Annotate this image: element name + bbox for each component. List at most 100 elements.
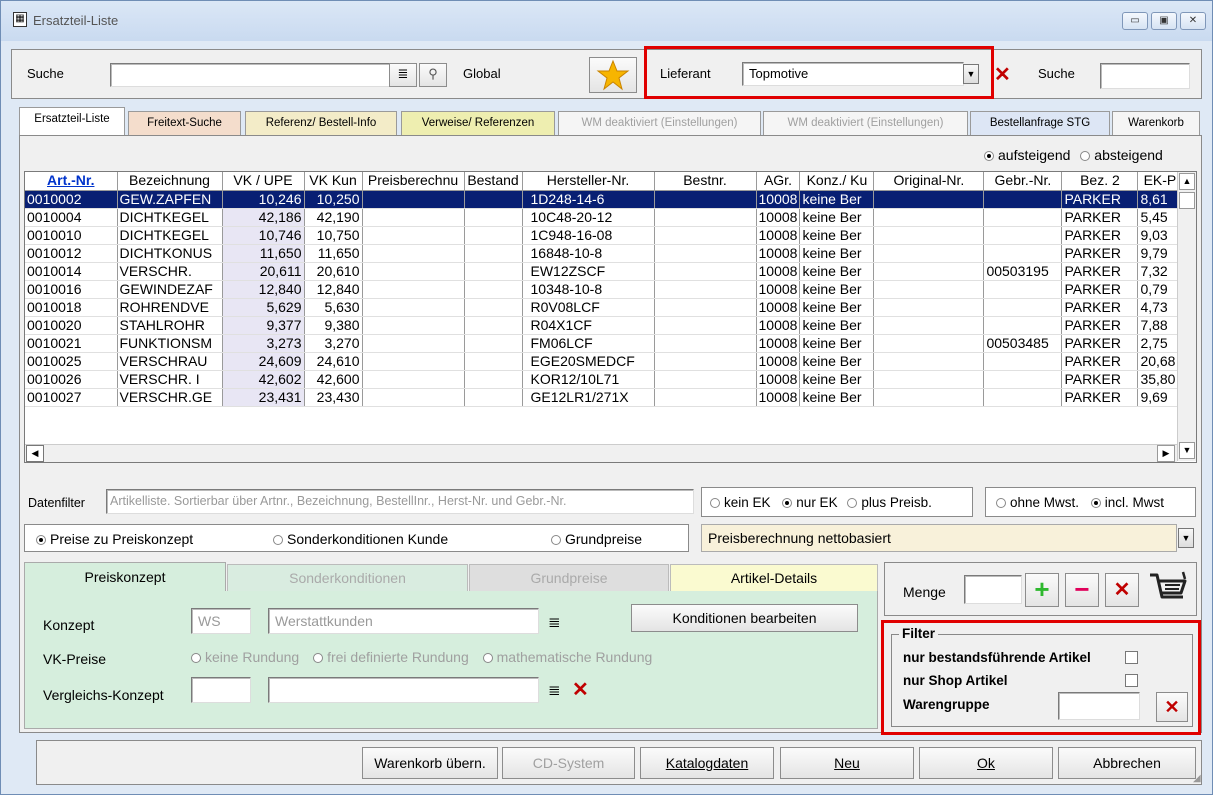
ok-button[interactable]: Ok [919, 747, 1053, 779]
column-header[interactable]: VK / UPE [222, 172, 305, 191]
price-special-radio[interactable] [273, 535, 283, 545]
table-cell: 12,840 [304, 280, 363, 299]
cart-icon[interactable] [1147, 569, 1189, 609]
edit-conditions-button[interactable]: Konditionen bearbeiten [631, 604, 858, 632]
table-row[interactable]: 0010012 DICHTKONUS 11,650 11,650 16848-10-8 1… [25, 244, 1183, 263]
warenkorb-uebernehmen-button[interactable]: Warenkorb übern. [362, 747, 498, 779]
tab-freitext-suche[interactable]: Freitext-Suche [128, 111, 241, 136]
ek-plus-radio[interactable] [847, 498, 858, 508]
konzept-code-input[interactable]: WS [191, 608, 251, 634]
search2-input[interactable] [1100, 63, 1190, 89]
tab-referenz-bestell-info[interactable]: Referenz/ Bestell-Info [245, 111, 397, 136]
rounding-free-radio[interactable] [313, 653, 324, 663]
close-button[interactable]: ✕ [1180, 12, 1206, 30]
rounding-math-radio[interactable] [482, 653, 493, 663]
ek-none-radio[interactable] [710, 498, 720, 508]
katalogdaten-button[interactable]: Katalogdaten [640, 747, 774, 779]
article-table[interactable]: Art.-Nr. Bezeichnung VK / UPE VK Kun Preisbe… [24, 171, 1197, 463]
table-row[interactable]: 0010026 VERSCHR. I 42,602 42,600 KOR12/10L71… [25, 370, 1183, 389]
horizontal-scrollbar[interactable]: ◀ ▶ [25, 444, 1177, 462]
table-cell: 10,246 [222, 190, 305, 209]
column-header[interactable]: Preisberechnu [362, 172, 465, 191]
remove-button[interactable]: − [1065, 573, 1099, 607]
tab-wm-deaktiviert-2[interactable]: WM deaktiviert (Einstellungen) [763, 111, 968, 136]
price-calc-select[interactable]: Preisberechnung nettobasiert [701, 524, 1177, 552]
mwst-incl-radio[interactable] [1090, 498, 1101, 508]
favorite-button[interactable] [589, 57, 637, 93]
filter-bestand-checkbox[interactable] [1125, 651, 1138, 664]
table-cell: PARKER [1061, 262, 1139, 281]
tab-warenkorb[interactable]: Warenkorb [1112, 111, 1200, 136]
tab-wm-deaktiviert-1[interactable]: WM deaktiviert (Einstellungen) [558, 111, 761, 136]
table-row[interactable]: 0010002 GEW.ZAPFEN 10,246 10,250 1D248-14-6 1… [25, 190, 1183, 209]
rounding-none-radio[interactable] [191, 653, 201, 663]
table-row[interactable]: 0010018 ROHRENDVE 5,629 5,630 R0V08LCF 10008 k… [25, 298, 1183, 317]
ek-only-radio[interactable] [782, 498, 793, 508]
scroll-thumb[interactable] [1179, 192, 1195, 209]
mwst-excl-radio[interactable] [996, 498, 1006, 508]
scroll-left-arrow[interactable]: ◀ [26, 445, 44, 462]
list-menu-button[interactable]: ≣ [389, 63, 417, 87]
column-header[interactable]: Art.-Nr. [25, 172, 118, 191]
maximize-button[interactable]: ▣ [1151, 12, 1177, 30]
table-row[interactable]: 0010016 GEWINDEZAF 12,840 12,840 10348-10-8 1… [25, 280, 1183, 299]
warengruppe-input[interactable] [1058, 692, 1140, 720]
vergleich-name-input[interactable] [268, 677, 539, 703]
filter-shop-checkbox[interactable] [1125, 674, 1138, 687]
subtab-sonderkonditionen[interactable]: Sonderkonditionen [227, 564, 468, 593]
subtab-grundpreise[interactable]: Grundpreise [469, 564, 669, 593]
cd-system-button[interactable]: CD-System [502, 747, 635, 779]
column-header[interactable]: VK Kun [304, 172, 363, 191]
column-header[interactable]: AGr. [756, 172, 801, 191]
vergleich-code-input[interactable] [191, 677, 251, 703]
table-row[interactable]: 0010020 STAHLROHR 9,377 9,380 R04X1CF 10008 ke… [25, 316, 1183, 335]
minimize-button[interactable]: ▭ [1122, 12, 1148, 30]
sort-asc-radio[interactable] [984, 151, 994, 161]
column-header[interactable]: Bez. 2 [1061, 172, 1139, 191]
tab-bestellanfrage-stg[interactable]: Bestellanfrage STG [970, 111, 1110, 136]
supplier-dropdown-arrow[interactable]: ▼ [963, 64, 979, 84]
supplier-select[interactable]: Topmotive [742, 62, 964, 86]
table-row[interactable]: 0010014 VERSCHR. 20,611 20,610 EW12ZSCF 10008… [25, 262, 1183, 281]
resize-grip-icon[interactable]: ◢ [1193, 774, 1205, 787]
search-input[interactable] [110, 63, 390, 87]
vergleich-list-icon[interactable]: ≣ [548, 681, 561, 699]
scroll-up-arrow[interactable]: ▲ [1179, 173, 1195, 190]
table-row[interactable]: 0010025 VERSCHRAU 24,609 24,610 EGE20SMEDCF 1… [25, 352, 1183, 371]
tab-ersatzteil-liste[interactable]: Ersatzteil-Liste [19, 107, 125, 136]
table-row[interactable]: 0010021 FUNKTIONSM 3,273 3,270 FM06LCF 10008 k… [25, 334, 1183, 353]
abbrechen-button[interactable]: Abbrechen [1058, 747, 1196, 779]
subtab-preiskonzept[interactable]: Preiskonzept [24, 562, 226, 592]
column-header[interactable]: Konz./ Ku [799, 172, 875, 191]
column-header[interactable]: Hersteller-Nr. [522, 172, 655, 191]
subtab-artikel-details[interactable]: Artikel-Details [670, 564, 878, 593]
tab-verweise-referenzen[interactable]: Verweise/ Referenzen [401, 111, 555, 136]
clear-supplier-icon[interactable]: ✕ [994, 62, 1011, 87]
sort-desc-radio[interactable] [1080, 151, 1091, 161]
vergleich-clear-icon[interactable]: ✕ [572, 677, 589, 702]
delete-button[interactable]: ✕ [1105, 573, 1139, 607]
vertical-scrollbar[interactable]: ▲ ▼ [1177, 172, 1196, 461]
search-scope-button[interactable]: ⚲ [419, 63, 447, 87]
table-row[interactable]: 0010027 VERSCHR.GE 23,431 23,430 GE12LR1/271… [25, 388, 1183, 407]
column-header[interactable]: Original-Nr. [873, 172, 985, 191]
datafilter-input[interactable]: Artikelliste. Sortierbar über Artnr., Be… [106, 489, 694, 514]
column-header[interactable]: Bestand [464, 172, 523, 191]
price-concept-radio[interactable] [36, 535, 46, 545]
column-header[interactable]: Bestnr. [654, 172, 757, 191]
column-header[interactable]: Bezeichnung [117, 172, 223, 191]
price-calc-dropdown-arrow[interactable]: ▼ [1178, 528, 1194, 548]
price-base-radio[interactable] [551, 535, 561, 545]
konzept-list-icon[interactable]: ≣ [548, 613, 561, 631]
column-header[interactable]: EK-P [1137, 172, 1183, 191]
neu-button[interactable]: Neu [780, 747, 914, 779]
konzept-name-input[interactable]: Werstattkunden [268, 608, 539, 634]
column-header[interactable]: Gebr.-Nr. [983, 172, 1063, 191]
scroll-right-arrow[interactable]: ▶ [1157, 445, 1175, 462]
scroll-down-arrow[interactable]: ▼ [1179, 442, 1195, 459]
add-button[interactable]: + [1025, 573, 1059, 607]
menge-input[interactable] [964, 575, 1022, 604]
table-row[interactable]: 0010004 DICHTKEGEL 42,186 42,190 10C48-20-12… [25, 208, 1183, 227]
table-row[interactable]: 0010010 DICHTKEGEL 10,746 10,750 1C948-16-08… [25, 226, 1183, 245]
warengruppe-clear-button[interactable]: ✕ [1156, 692, 1188, 722]
